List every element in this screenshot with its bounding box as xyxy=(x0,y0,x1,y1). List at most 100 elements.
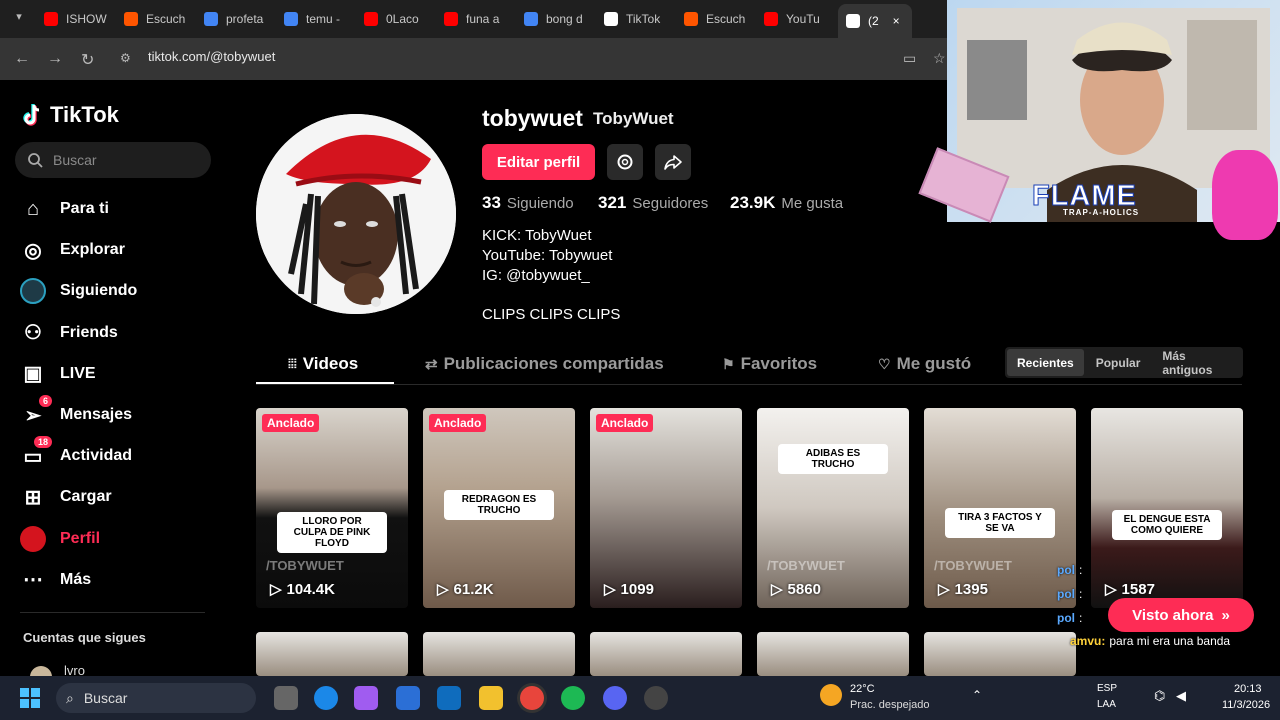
activity-icon: ▭ 18 xyxy=(20,436,52,469)
sidebar-item-label: Más xyxy=(60,570,92,588)
video-caption: TIRA 3 FACTOS Y SE VA xyxy=(945,508,1055,538)
bookmark-star-icon[interactable]: ☆ xyxy=(933,50,946,67)
tab-liked[interactable]: ♡ Me gustó xyxy=(878,354,971,374)
sidebar-item-perfil[interactable]: Perfil xyxy=(20,525,100,553)
tab-favorites[interactable]: ⚑ Favoritos xyxy=(722,354,817,374)
obs-icon[interactable] xyxy=(644,686,668,710)
sidebar-item-explorar[interactable]: ◎ Explorar xyxy=(20,236,125,264)
notification-badge: 18 xyxy=(33,436,52,449)
edit-profile-button[interactable]: Editar perfil xyxy=(482,144,595,180)
browser-tab[interactable]: YouTu xyxy=(764,6,836,32)
video-thumbnail[interactable]: TIRA 3 FACTOS Y SE VA/TOBYWUET ▷ 1395 xyxy=(924,408,1076,608)
search-input[interactable] xyxy=(53,152,193,168)
video-thumbnail[interactable] xyxy=(423,632,575,676)
sort-recientes[interactable]: Recientes xyxy=(1007,349,1084,376)
sort-mas-antiguos[interactable]: Más antiguos xyxy=(1152,349,1241,377)
windows-start-icon[interactable] xyxy=(20,688,40,708)
close-tab-icon[interactable]: × xyxy=(893,14,900,28)
search-box[interactable] xyxy=(15,142,211,178)
browser-tab[interactable]: temu - xyxy=(284,6,356,32)
taskbar-search[interactable]: ⌕ Buscar xyxy=(56,683,256,713)
compass-icon: ◎ xyxy=(24,239,42,262)
sidebar-item-actividad[interactable]: ▭ 18 Actividad xyxy=(20,436,132,470)
sidebar-item-mensajes[interactable]: ➢ 6 Mensajes xyxy=(20,395,132,429)
clock-date[interactable]: 11/3/2026 xyxy=(1222,699,1270,711)
network-icon[interactable]: ⌬ xyxy=(1154,688,1165,704)
file-explorer-icon[interactable] xyxy=(479,686,503,710)
video-thumbnail[interactable] xyxy=(757,632,909,676)
sidebar-item-cargar[interactable]: ⊞ Cargar xyxy=(20,483,112,511)
video-thumbnail[interactable]: EL DENGUE ESTA COMO QUIERE ▷ 1587 xyxy=(1091,408,1243,608)
chat-text: para mi era una banda xyxy=(1109,634,1231,648)
spotify-icon[interactable] xyxy=(561,686,585,710)
tiktok-note-icon xyxy=(23,104,40,126)
visto-ahora-button[interactable]: Visto ahora » xyxy=(1108,598,1254,632)
chat-message: pol: xyxy=(1057,587,1082,601)
profile-avatar[interactable] xyxy=(256,114,456,314)
live-icon: ▣ xyxy=(23,363,43,386)
input-language[interactable]: ESP xyxy=(1097,683,1117,694)
store-icon[interactable] xyxy=(396,686,420,710)
url-field[interactable]: tiktok.com/@tobywuet xyxy=(148,49,275,64)
video-thumbnail[interactable]: Anclado LLORO POR CULPA DE PINK FLOYD/TOB… xyxy=(256,408,408,608)
discord-icon[interactable] xyxy=(603,686,627,710)
browser-tab[interactable]: TikTok xyxy=(604,6,676,32)
outlook-icon[interactable] xyxy=(437,686,461,710)
browser-tab[interactable]: bong d xyxy=(524,6,596,32)
tab-reposts-label: Publicaciones compartidas xyxy=(443,354,664,373)
sidebar-item-live[interactable]: ▣ LIVE xyxy=(20,360,96,388)
tab-videos[interactable]: ⦙⦙⦙ Videos xyxy=(288,354,358,374)
stat-label: Me gusta xyxy=(781,195,844,212)
settings-button[interactable] xyxy=(607,144,643,180)
show-hidden-icons-icon[interactable]: ⌃ xyxy=(972,688,982,702)
profile-stat-seguidores[interactable]: 321 Seguidores xyxy=(598,193,708,213)
sidebar-item-friends[interactable]: ⚇ Friends xyxy=(20,319,118,347)
tab-reposts[interactable]: ⇄ Publicaciones compartidas xyxy=(425,354,664,374)
sidebar-item-más[interactable]: ⋯ Más xyxy=(20,566,91,594)
friends-icon: ⚇ xyxy=(24,322,42,345)
task-view-icon[interactable] xyxy=(274,686,298,710)
video-views: ▷ 1587 xyxy=(1105,580,1155,599)
video-thumbnail[interactable] xyxy=(924,632,1076,676)
site-info-icon[interactable]: ⚙ xyxy=(120,51,131,65)
install-app-icon[interactable]: ▭ xyxy=(903,50,916,67)
back-icon[interactable]: ← xyxy=(14,50,30,68)
browser-tab[interactable]: 0Laco xyxy=(364,6,436,32)
browser-tab[interactable]: Escuch xyxy=(684,6,756,32)
browser-tab[interactable]: funa a xyxy=(444,6,516,32)
browser-tab[interactable]: profeta xyxy=(204,6,276,32)
profile-stat-me-gusta[interactable]: 23.9K Me gusta xyxy=(730,193,843,213)
google-icon xyxy=(524,12,538,26)
tiktok-logo[interactable]: TikTok xyxy=(22,102,119,128)
play-icon: ▷ xyxy=(604,581,616,598)
video-thumbnail[interactable]: Anclado REDRAGON ES TRUCHO ▷ 61.2K xyxy=(423,408,575,608)
input-layout[interactable]: LAA xyxy=(1097,699,1116,710)
video-thumbnail[interactable]: ADIBAS ES TRUCHO/TOBYWUET ▷ 5860 xyxy=(757,408,909,608)
profile-username: tobywuet xyxy=(482,105,583,131)
profile-stat-siguiendo[interactable]: 33 Siguiendo xyxy=(482,193,574,213)
sort-popular[interactable]: Popular xyxy=(1086,349,1151,376)
play-icon: ▷ xyxy=(270,581,282,598)
sidebar-item-siguiendo[interactable]: Siguiendo xyxy=(20,277,137,305)
browser-tab[interactable]: ISHOW xyxy=(44,6,116,32)
copilot-icon[interactable] xyxy=(354,686,378,710)
forward-icon[interactable]: → xyxy=(47,50,63,68)
clock-time[interactable]: 20:13 xyxy=(1234,683,1262,695)
tab-search-button[interactable]: ▾ xyxy=(10,10,28,28)
sidebar-item-para-ti[interactable]: ⌂ Para ti xyxy=(20,195,109,223)
chrome-icon[interactable] xyxy=(520,686,544,710)
browser-tab-label: profeta xyxy=(226,12,264,26)
video-thumbnail[interactable] xyxy=(590,632,742,676)
video-thumbnail[interactable] xyxy=(256,632,408,676)
share-profile-button[interactable] xyxy=(655,144,691,180)
youtube-icon xyxy=(44,12,58,26)
video-views: ▷ 104.4K xyxy=(270,580,335,599)
video-watermark: /TOBYWUET xyxy=(934,558,1012,573)
browser-tab[interactable]: (2 × xyxy=(838,4,912,38)
volume-icon[interactable]: ◀ xyxy=(1176,688,1186,704)
browser-tab[interactable]: Escuch xyxy=(124,6,196,32)
reload-icon[interactable]: ↻ xyxy=(81,50,94,70)
video-thumbnail[interactable]: Anclado ▷ 1099 xyxy=(590,408,742,608)
edge-icon[interactable] xyxy=(314,686,338,710)
grid-icon: ⦙⦙⦙ xyxy=(288,356,297,371)
